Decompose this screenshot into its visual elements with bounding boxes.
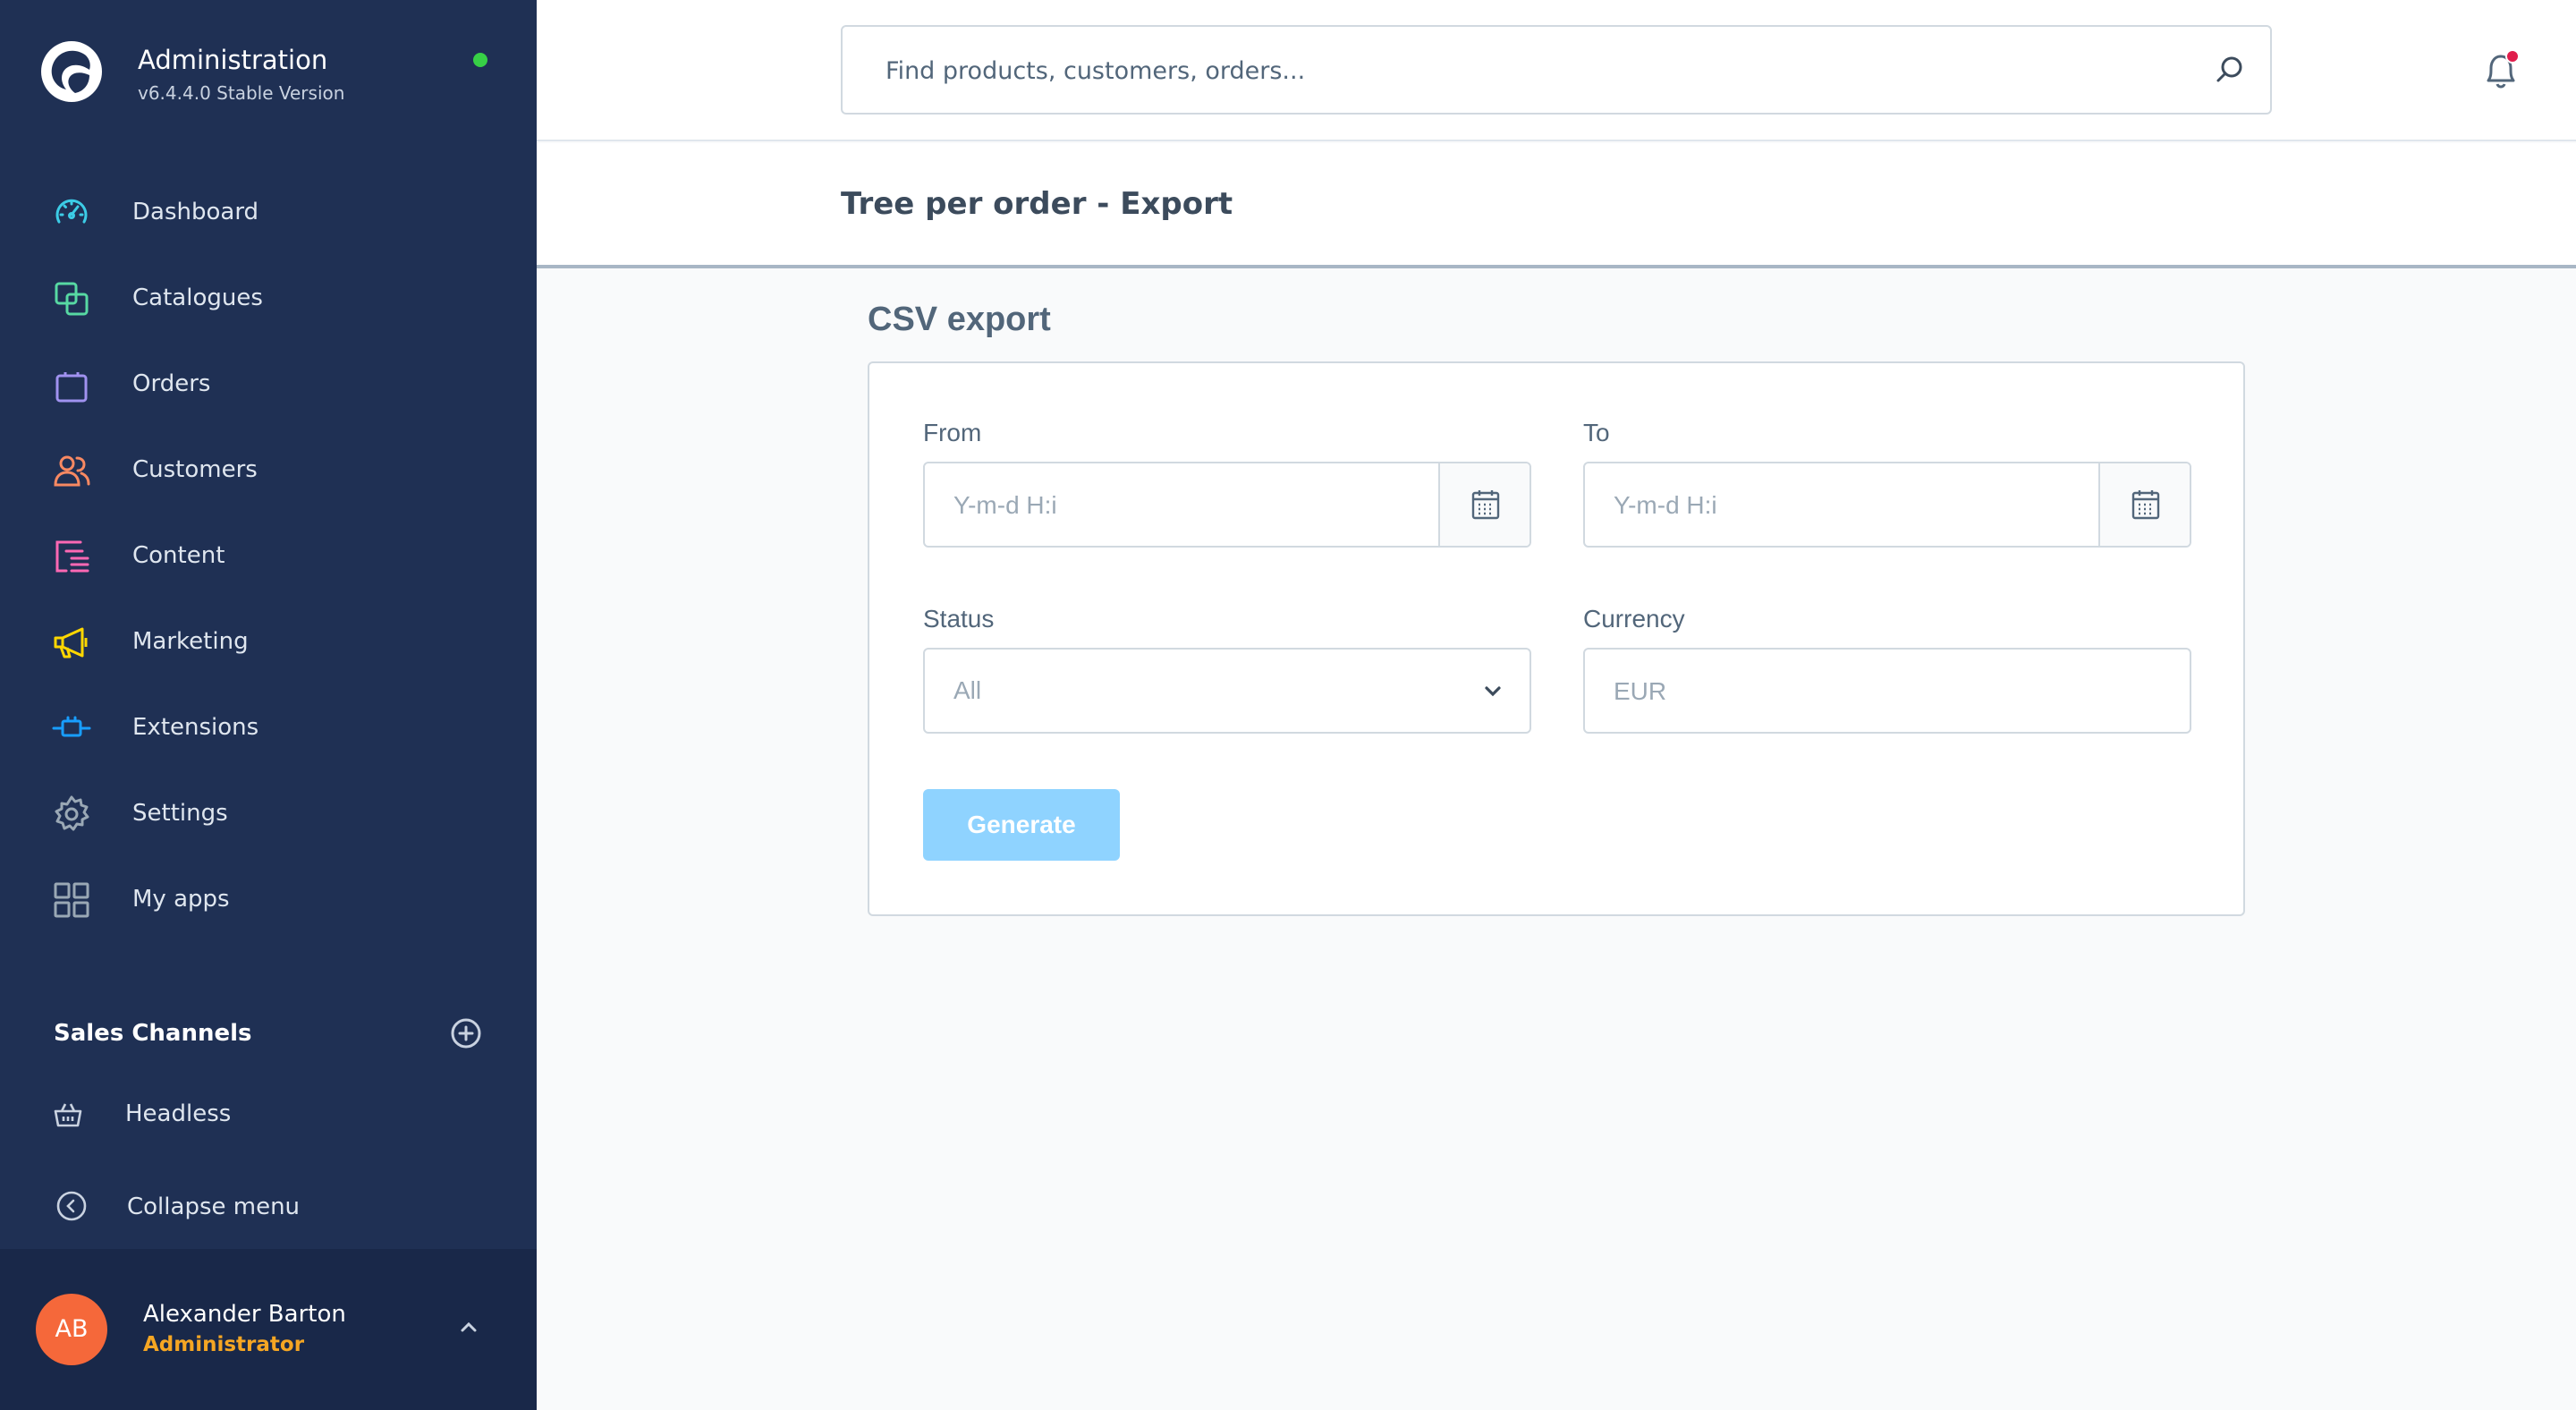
global-search (841, 25, 2272, 115)
search-input[interactable] (886, 50, 2156, 91)
sales-channels-header: Sales Channels (54, 1016, 483, 1052)
online-status-dot (473, 53, 487, 67)
from-date-input[interactable] (953, 485, 1419, 526)
nav-item-my-apps[interactable]: My apps (0, 855, 537, 941)
to-date-field (1583, 462, 2191, 548)
generate-button[interactable]: Generate (923, 789, 1120, 861)
nav-item-label: Dashboard (132, 199, 259, 225)
nav-item-settings[interactable]: Settings (0, 769, 537, 855)
nav-item-label: Orders (132, 370, 211, 397)
chevron-up-icon (461, 1321, 477, 1332)
from-date-picker-button[interactable] (1438, 463, 1530, 546)
nav-item-label: Content (132, 542, 225, 569)
search-icon[interactable] (2213, 54, 2247, 88)
nav-item-marketing[interactable]: Marketing (0, 598, 537, 684)
content-icon (55, 540, 89, 573)
currency-input[interactable] (1614, 671, 2150, 712)
top-bar (537, 0, 2576, 141)
brand-version: v6.4.4.0 Stable Version (138, 82, 345, 104)
sales-channel-label: Headless (125, 1100, 232, 1127)
main-nav: Dashboard Catalogues Orders Customers Co… (0, 168, 537, 941)
plug-icon (52, 716, 91, 737)
brand: Administration v6.4.4.0 Stable Version (39, 39, 504, 111)
nav-item-label: Marketing (132, 628, 249, 655)
nav-item-catalogues[interactable]: Catalogues (0, 254, 537, 340)
nav-item-label: Customers (132, 456, 258, 483)
shopping-bag-icon (55, 372, 88, 403)
to-date-picker-button[interactable] (2098, 463, 2190, 546)
avatar: AB (36, 1294, 107, 1365)
add-sales-channel-icon[interactable] (449, 1016, 483, 1050)
app-root: Administration v6.4.4.0 Stable Version D… (0, 0, 2576, 1410)
currency-field (1583, 648, 2191, 734)
user-menu[interactable]: AB Alexander Barton Administrator (0, 1249, 537, 1410)
sales-channels-title: Sales Channels (54, 1020, 252, 1047)
user-name: Alexander Barton (143, 1301, 346, 1328)
user-role: Administrator (143, 1333, 305, 1356)
collapse-menu-button[interactable]: Collapse menu (0, 1177, 537, 1235)
from-date-field (923, 462, 1531, 548)
brand-title: Administration (138, 45, 328, 75)
megaphone-icon (54, 627, 88, 658)
shopware-logo-icon (41, 41, 102, 102)
notifications-bell-icon[interactable] (2481, 48, 2522, 93)
sidebar: Administration v6.4.4.0 Stable Version D… (0, 0, 537, 1410)
nav-item-extensions[interactable]: Extensions (0, 684, 537, 769)
nav-item-content[interactable]: Content (0, 512, 537, 598)
collapse-menu-label: Collapse menu (127, 1193, 301, 1220)
csv-export-card: From To Status All (868, 361, 2245, 916)
csv-export-title: CSV export (868, 301, 1051, 338)
gear-icon (55, 795, 89, 831)
nav-item-label: Settings (132, 800, 228, 827)
nav-item-customers[interactable]: Customers (0, 426, 537, 512)
basket-icon (54, 1103, 82, 1127)
nav-item-dashboard[interactable]: Dashboard (0, 168, 537, 254)
users-icon (54, 455, 90, 487)
collapse-icon (56, 1191, 87, 1221)
chevron-down-icon (1485, 686, 1501, 697)
catalogue-icon (55, 282, 89, 316)
to-label: To (1583, 419, 1610, 446)
from-label: From (923, 419, 982, 446)
apps-grid-icon (54, 882, 89, 918)
status-select[interactable]: All (923, 648, 1531, 734)
status-label: Status (923, 605, 995, 633)
status-selected-value: All (953, 676, 982, 704)
gauge-icon (55, 199, 88, 224)
nav-item-label: Extensions (132, 714, 259, 741)
page-header: Tree per order - Export (537, 143, 2576, 268)
page-title: Tree per order - Export (841, 186, 1233, 222)
currency-label: Currency (1583, 605, 1685, 633)
sales-channel-headless[interactable]: Headless (0, 1081, 537, 1145)
nav-item-label: Catalogues (132, 285, 263, 311)
calendar-icon (1471, 490, 1500, 520)
nav-item-orders[interactable]: Orders (0, 340, 537, 426)
nav-item-label: My apps (132, 886, 230, 913)
calendar-icon (2131, 490, 2160, 520)
to-date-input[interactable] (1614, 485, 2079, 526)
